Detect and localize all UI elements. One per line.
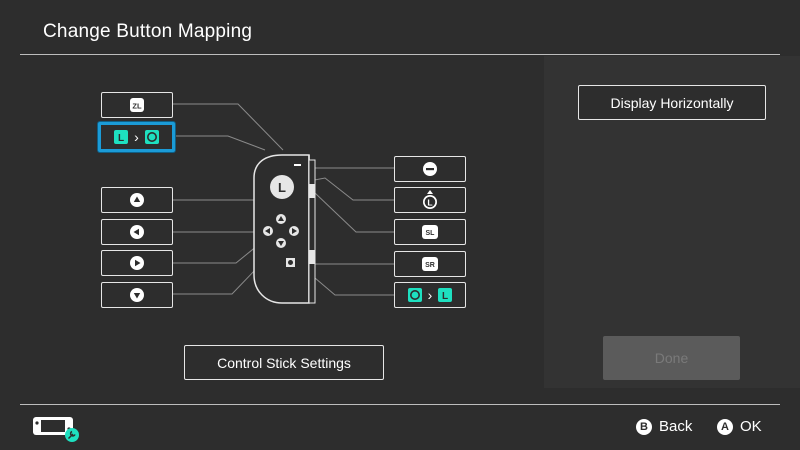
display-horizontally-button[interactable]: Display Horizontally (578, 85, 766, 120)
l-remap-button[interactable]: L › (98, 122, 175, 152)
connector-l (173, 135, 266, 151)
arrow-right-icon: › (427, 287, 433, 303)
zl-button-icon: ZL (130, 98, 144, 112)
console-settings-icon[interactable] (32, 414, 82, 444)
left-arrow-button-icon (130, 225, 144, 239)
control-stick-settings-button[interactable]: Control Stick Settings (184, 345, 384, 380)
footer-divider (20, 404, 780, 405)
svg-text:SR: SR (425, 262, 435, 269)
down-arrow-button-icon (130, 288, 144, 302)
right-mapping-button[interactable] (101, 250, 173, 276)
l-button-teal-icon: L (114, 130, 129, 144)
sr-button-icon: SR (422, 257, 438, 271)
svg-text:L: L (442, 291, 448, 302)
left-mapping-button[interactable] (101, 219, 173, 245)
zl-mapping-button[interactable]: ZL (101, 92, 173, 118)
capture-remap-button[interactable]: › L (394, 282, 466, 308)
done-button[interactable]: Done (603, 336, 740, 380)
ok-label: OK (740, 418, 762, 435)
ok-action[interactable]: A OK (717, 418, 762, 435)
capture-icon (407, 288, 422, 302)
sl-button-icon: SL (422, 225, 438, 239)
sl-mapping-button[interactable]: SL (394, 219, 466, 245)
sr-mapping-button[interactable]: SR (394, 251, 466, 277)
svg-text:L: L (427, 198, 432, 208)
stick-press-mapping-button[interactable]: L (394, 187, 466, 213)
connector-sl (314, 192, 394, 233)
b-button-icon: B (636, 418, 652, 435)
arrow-right-icon: › (134, 129, 139, 145)
joystick-icon (144, 130, 159, 144)
up-mapping-button[interactable] (101, 187, 173, 213)
svg-text:SL: SL (426, 230, 436, 237)
joycon-left-controller (253, 154, 316, 304)
svg-text:L: L (118, 133, 124, 144)
connector-zl (173, 103, 284, 151)
a-button-icon: A (717, 418, 733, 435)
minus-mapping-button[interactable] (394, 156, 466, 182)
back-label: Back (659, 418, 693, 435)
stick-press-icon: L (423, 190, 437, 209)
joycon-stick-label: L (278, 180, 286, 195)
svg-text:ZL: ZL (132, 102, 142, 111)
minus-button-icon (423, 162, 437, 176)
back-action[interactable]: B Back (636, 418, 692, 435)
down-mapping-button[interactable] (101, 282, 173, 308)
l-button-teal-icon: L (438, 288, 453, 302)
up-arrow-button-icon (130, 193, 144, 207)
right-arrow-button-icon (130, 256, 144, 270)
